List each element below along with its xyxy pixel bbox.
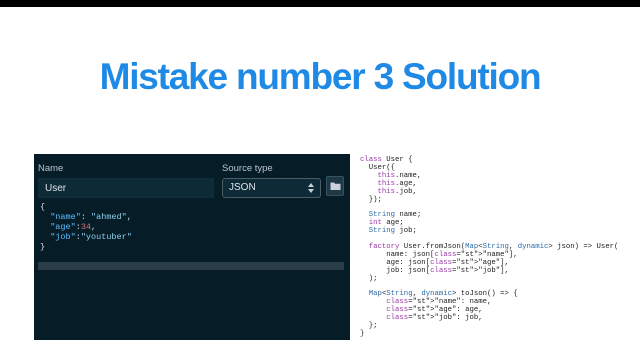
converter-panel: Name Source type User JSON { "name": "ah… <box>34 154 350 340</box>
slide-title: Mistake number 3 Solution <box>99 56 542 97</box>
top-black-bar <box>0 0 640 7</box>
source-type-select[interactable]: JSON <box>222 178 321 198</box>
code-line: String job; <box>368 227 417 236</box>
folder-icon <box>330 182 341 190</box>
code-line: } <box>360 329 365 338</box>
open-folder-button[interactable] <box>326 176 344 196</box>
code-line: class="st">"job": job, <box>386 314 483 323</box>
json-input-editor[interactable]: { "name": "ahmed", "age":34, "job":"yout… <box>38 202 346 260</box>
code-line: ); <box>360 274 378 283</box>
code-line: class User { <box>360 156 413 164</box>
source-type-label: Source type <box>222 163 273 174</box>
name-input[interactable]: User <box>38 178 214 198</box>
code-line: job: json[class="st">"job"], <box>360 266 509 275</box>
json-line: "name": "ahmed", <box>50 212 132 222</box>
json-line: "job":"youtuber" <box>50 232 132 242</box>
code-line: }; <box>360 322 378 331</box>
json-open-brace: { <box>40 202 46 212</box>
code-line: this.job, <box>377 187 417 196</box>
output-bar <box>38 262 344 270</box>
json-close-brace: } <box>40 242 46 252</box>
dart-code-output: class User { User({ this.name, this.age,… <box>360 156 618 339</box>
name-label: Name <box>38 163 64 174</box>
code-line: }); <box>360 195 382 204</box>
up-down-arrows-icon <box>308 183 314 193</box>
json-line: "age":34, <box>50 222 97 232</box>
source-type-value: JSON <box>229 182 256 193</box>
